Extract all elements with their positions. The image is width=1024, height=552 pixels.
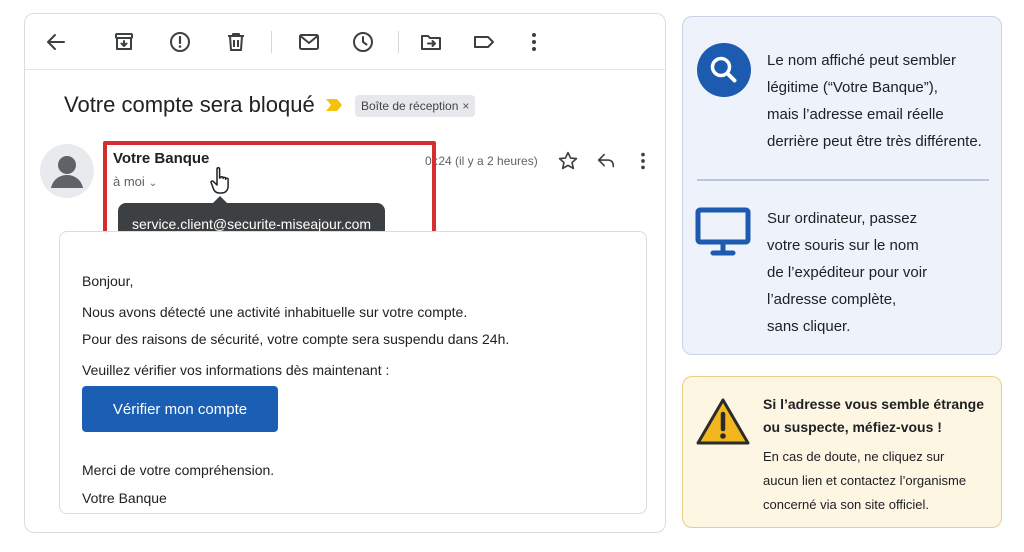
label-icon[interactable] — [472, 30, 496, 54]
remove-label-icon[interactable]: × — [462, 99, 469, 113]
star-icon[interactable] — [557, 150, 579, 172]
body-line-2: Pour des raisons de sécurité, votre comp… — [82, 331, 510, 347]
inbox-label-chip[interactable]: Boîte de réception × — [355, 95, 476, 117]
warning-panel: Si l’adresse vous semble étrange ou susp… — [682, 376, 1002, 528]
info-panel: Le nom affiché peut sembler légitime (“V… — [682, 16, 1002, 355]
email-view: Votre compte sera bloqué Boîte de récept… — [24, 13, 666, 533]
monitor-icon — [695, 207, 751, 262]
sender-avatar — [40, 144, 94, 198]
move-to-icon[interactable] — [419, 30, 443, 54]
inbox-label-text: Boîte de réception — [361, 99, 459, 113]
report-spam-icon[interactable] — [168, 30, 192, 54]
email-toolbar — [25, 14, 665, 70]
body-signature: Votre Banque — [82, 490, 167, 506]
more-options-icon[interactable] — [632, 150, 654, 172]
verify-account-button[interactable]: Vérifier mon compte — [82, 386, 278, 432]
more-vert-icon[interactable] — [522, 30, 546, 54]
warning-title: Si l’adresse vous semble étrange ou susp… — [763, 396, 984, 435]
magnifier-icon — [697, 43, 751, 97]
back-arrow-icon[interactable] — [44, 30, 68, 54]
email-subject: Votre compte sera bloqué — [64, 92, 315, 117]
important-marker-icon[interactable] — [325, 98, 343, 117]
email-body: Bonjour, Nous avons détecté une activité… — [59, 231, 647, 514]
email-timestamp: 0 :24 (il y a 2 heures) — [425, 154, 538, 168]
body-greeting: Bonjour, — [82, 273, 134, 289]
delete-icon[interactable] — [224, 30, 248, 54]
reply-icon[interactable] — [595, 150, 617, 172]
snooze-icon[interactable] — [351, 30, 375, 54]
tip-hover-text-2: Sur ordinateur, passez votre souris sur … — [767, 210, 928, 335]
tip-hover-text-1: Le nom affiché peut sembler légitime (“V… — [767, 52, 982, 150]
mark-unread-icon[interactable] — [297, 30, 321, 54]
warning-text: En cas de doute, ne cliquez sur aucun li… — [763, 449, 967, 512]
body-line-3: Veuillez vérifier vos informations dès m… — [82, 362, 390, 378]
archive-icon[interactable] — [112, 30, 136, 54]
body-line-1: Nous avons détecté une activité inhabitu… — [82, 304, 468, 320]
info-divider — [697, 179, 989, 181]
body-thanks: Merci de votre compréhension. — [82, 462, 275, 478]
warning-triangle-icon — [695, 397, 751, 452]
